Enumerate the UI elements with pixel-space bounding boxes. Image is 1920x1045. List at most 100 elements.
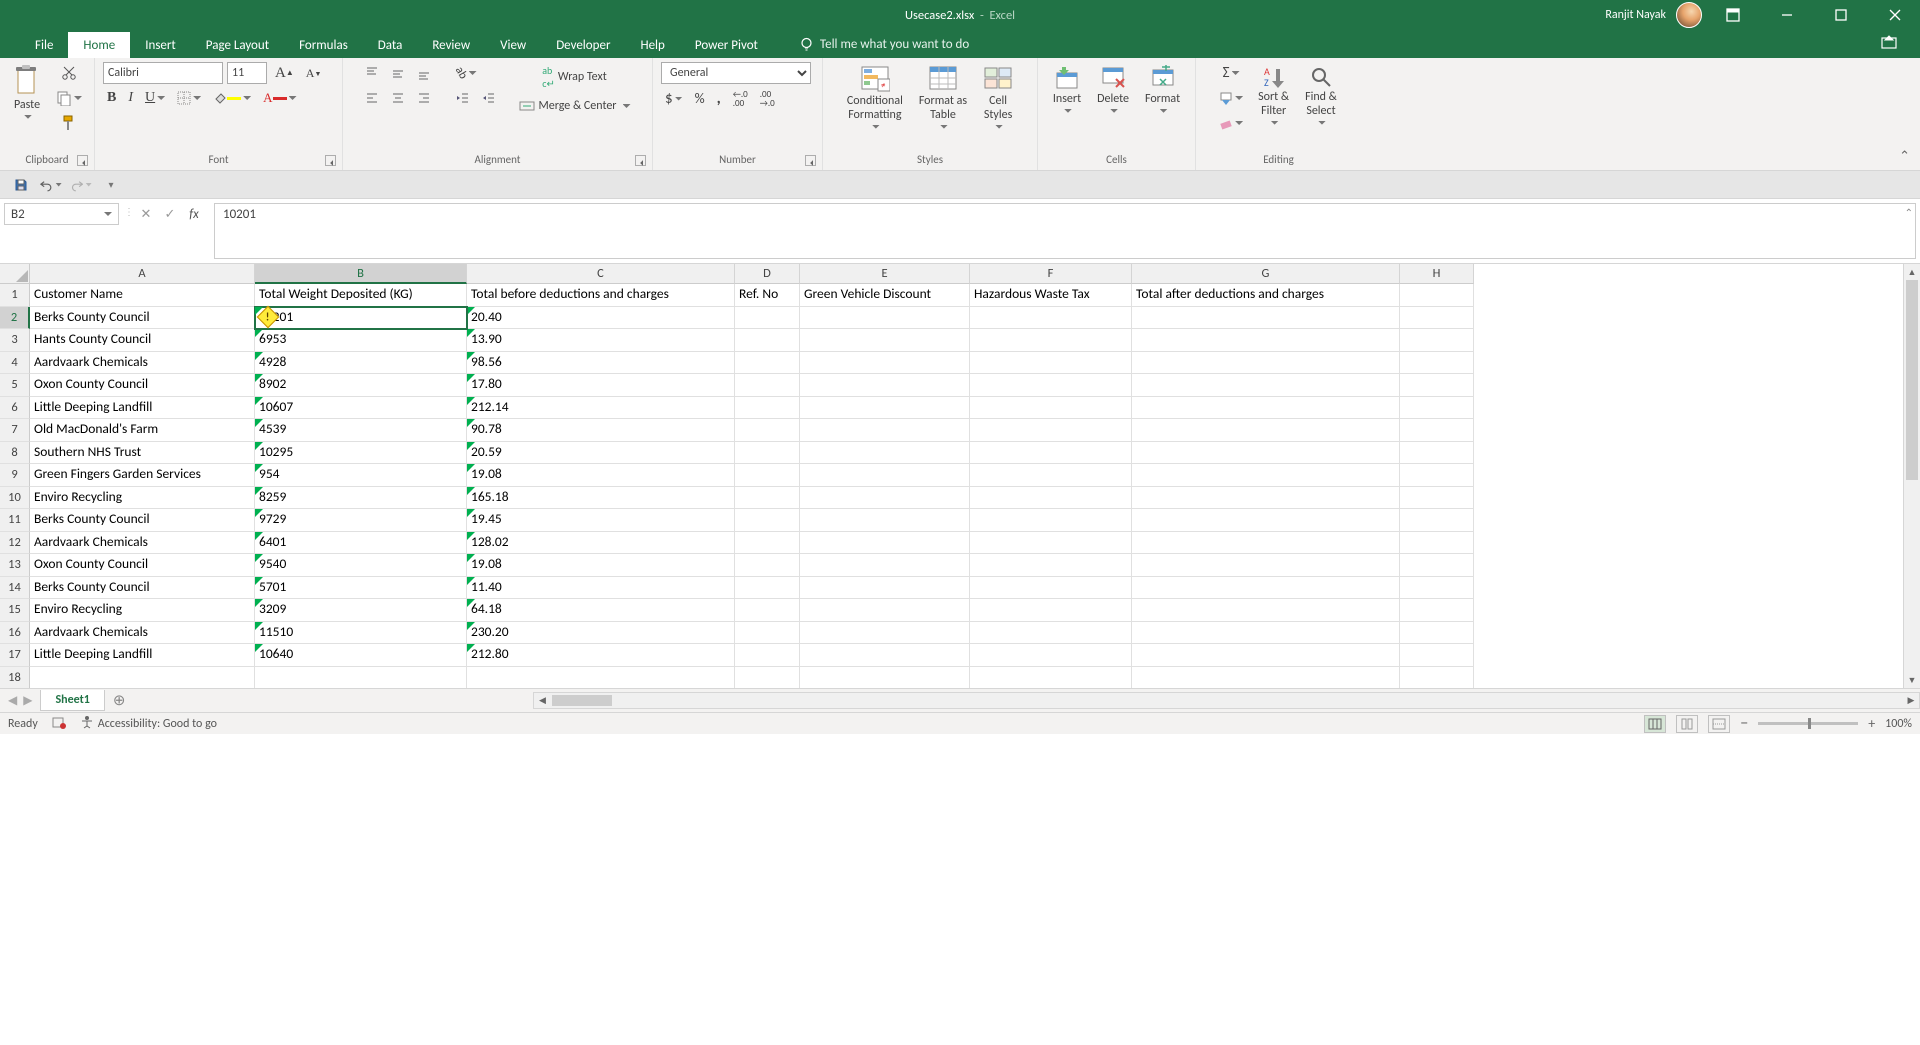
user-avatar[interactable] — [1676, 2, 1702, 28]
row-header-3[interactable]: 3 — [0, 329, 30, 352]
cell-E14[interactable] — [800, 577, 970, 600]
border-button[interactable] — [173, 87, 205, 109]
clear-button[interactable] — [1215, 112, 1247, 134]
cell-E8[interactable] — [800, 442, 970, 465]
font-name-input[interactable] — [103, 62, 223, 84]
cell-A6[interactable]: Little Deeping Landfill — [30, 397, 255, 420]
cell-B15[interactable]: 3209 — [255, 599, 467, 622]
accessibility-icon[interactable] — [80, 715, 94, 733]
row-header-2[interactable]: 2 — [0, 307, 30, 330]
cell-D8[interactable] — [735, 442, 800, 465]
cell-E15[interactable] — [800, 599, 970, 622]
row-header-10[interactable]: 10 — [0, 487, 30, 510]
cell-G8[interactable] — [1132, 442, 1400, 465]
cell-F4[interactable] — [970, 352, 1132, 375]
find-select-button[interactable]: Find & Select — [1300, 62, 1342, 128]
cell-E13[interactable] — [800, 554, 970, 577]
cell-C16[interactable]: 230.20 — [467, 622, 735, 645]
cell-F8[interactable] — [970, 442, 1132, 465]
cell-C14[interactable]: 11.40 — [467, 577, 735, 600]
cell-F18[interactable] — [970, 667, 1132, 689]
cell-C7[interactable]: 90.78 — [467, 419, 735, 442]
cell-A16[interactable]: Aardvaark Chemicals — [30, 622, 255, 645]
cell-A5[interactable]: Oxon County Council — [30, 374, 255, 397]
decrease-font-button[interactable]: A▼ — [302, 62, 326, 84]
row-header-6[interactable]: 6 — [0, 397, 30, 420]
cell-H1[interactable] — [1400, 284, 1474, 307]
cell-B7[interactable]: 4539 — [255, 419, 467, 442]
cell-F3[interactable] — [970, 329, 1132, 352]
row-header-1[interactable]: 1 — [0, 284, 30, 307]
wrap-text-button[interactable]: abc↵Wrap Text — [515, 62, 635, 92]
cell-A3[interactable]: Hants County Council — [30, 329, 255, 352]
row-header-16[interactable]: 16 — [0, 622, 30, 645]
cell-F10[interactable] — [970, 487, 1132, 510]
cell-G7[interactable] — [1132, 419, 1400, 442]
minimize-button[interactable] — [1764, 0, 1810, 30]
cell-B14[interactable]: 5701 — [255, 577, 467, 600]
sort-filter-button[interactable]: AZSort & Filter — [1253, 62, 1294, 128]
cell-A1[interactable]: Customer Name — [30, 284, 255, 307]
cell-B2[interactable]: 10201 — [255, 307, 467, 330]
cell-H15[interactable] — [1400, 599, 1474, 622]
share-button[interactable] — [1876, 30, 1902, 58]
macro-record-icon[interactable] — [52, 715, 66, 733]
cell-G11[interactable] — [1132, 509, 1400, 532]
select-all-button[interactable] — [0, 264, 30, 284]
number-format-select[interactable]: General — [661, 62, 811, 84]
cell-C15[interactable]: 64.18 — [467, 599, 735, 622]
cell-D4[interactable] — [735, 352, 800, 375]
cell-D7[interactable] — [735, 419, 800, 442]
cell-G2[interactable] — [1132, 307, 1400, 330]
column-header-C[interactable]: C — [467, 264, 735, 284]
format-cells-button[interactable]: Format — [1140, 62, 1185, 116]
cell-G5[interactable] — [1132, 374, 1400, 397]
normal-view-button[interactable] — [1644, 715, 1666, 733]
cell-D6[interactable] — [735, 397, 800, 420]
cell-C13[interactable]: 19.08 — [467, 554, 735, 577]
row-header-12[interactable]: 12 — [0, 532, 30, 555]
cell-C10[interactable]: 165.18 — [467, 487, 735, 510]
cell-B9[interactable]: 954 — [255, 464, 467, 487]
cell-E9[interactable] — [800, 464, 970, 487]
horizontal-scrollbar[interactable]: ◀ ▶ — [533, 692, 1920, 709]
zoom-out-button[interactable]: − — [1740, 714, 1748, 733]
cell-F11[interactable] — [970, 509, 1132, 532]
cell-F17[interactable] — [970, 644, 1132, 667]
cell-B12[interactable]: 6401 — [255, 532, 467, 555]
cell-C12[interactable]: 128.02 — [467, 532, 735, 555]
cell-B5[interactable]: 8902 — [255, 374, 467, 397]
cell-D12[interactable] — [735, 532, 800, 555]
cell-D13[interactable] — [735, 554, 800, 577]
cell-D15[interactable] — [735, 599, 800, 622]
cell-C9[interactable]: 19.08 — [467, 464, 735, 487]
cell-C17[interactable]: 212.80 — [467, 644, 735, 667]
cancel-formula-button[interactable]: ✕ — [134, 203, 158, 225]
cell-H10[interactable] — [1400, 487, 1474, 510]
cell-C6[interactable]: 212.14 — [467, 397, 735, 420]
align-top-button[interactable] — [361, 62, 383, 84]
column-header-F[interactable]: F — [970, 264, 1132, 284]
cell-G16[interactable] — [1132, 622, 1400, 645]
cell-C1[interactable]: Total before deductions and charges — [467, 284, 735, 307]
cell-E18[interactable] — [800, 667, 970, 689]
format-painter-button[interactable] — [52, 112, 86, 134]
tab-developer[interactable]: Developer — [541, 32, 625, 58]
cell-D18[interactable] — [735, 667, 800, 689]
increase-decimal-button[interactable]: ←.0.00 — [729, 88, 752, 110]
column-header-H[interactable]: H — [1400, 264, 1474, 284]
cell-D2[interactable] — [735, 307, 800, 330]
cell-E5[interactable] — [800, 374, 970, 397]
format-as-table-button[interactable]: Format as Table — [914, 62, 972, 132]
cell-C18[interactable] — [467, 667, 735, 689]
align-center-button[interactable] — [387, 87, 409, 109]
ribbon-display-button[interactable] — [1710, 0, 1756, 30]
cell-H7[interactable] — [1400, 419, 1474, 442]
cell-E2[interactable] — [800, 307, 970, 330]
tab-file[interactable]: File — [20, 32, 68, 58]
cell-B10[interactable]: 8259 — [255, 487, 467, 510]
insert-cells-button[interactable]: Insert — [1048, 62, 1086, 116]
cell-C8[interactable]: 20.59 — [467, 442, 735, 465]
page-layout-view-button[interactable] — [1676, 715, 1698, 733]
cell-D9[interactable] — [735, 464, 800, 487]
